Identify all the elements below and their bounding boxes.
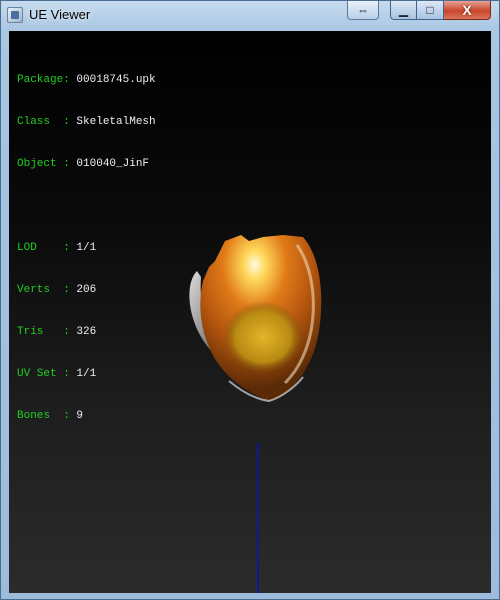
info-value: 206 xyxy=(76,284,97,296)
app-window: UE Viewer ⇔ ▁ □ X Package: 00018745.upk … xyxy=(0,0,500,600)
info-label: Tris : xyxy=(17,326,70,338)
close-button[interactable]: X xyxy=(444,1,491,20)
info-value: SkeletalMesh xyxy=(76,116,156,128)
maximize-button[interactable]: □ xyxy=(417,1,444,20)
axis-line xyxy=(257,443,259,593)
info-value: 010040_JinF xyxy=(76,158,150,170)
minimize-icon: ▁ xyxy=(398,3,409,17)
info-label: Package: xyxy=(17,74,70,86)
info-label: Class : xyxy=(17,116,70,128)
app-icon xyxy=(7,7,23,23)
info-row-bones: Bones : 9 xyxy=(17,409,156,423)
info-row-object: Object : 010040_JinF xyxy=(17,157,156,171)
mesh-inner-panel xyxy=(223,301,303,373)
info-row-tris: Tris : 326 xyxy=(17,325,156,339)
swap-button[interactable]: ⇔ xyxy=(347,1,379,20)
info-row-uvset: UV Set : 1/1 xyxy=(17,367,156,381)
close-icon: X xyxy=(462,2,472,18)
info-row-package: Package: 00018745.upk xyxy=(17,73,156,87)
title-bar[interactable]: UE Viewer ⇔ ▁ □ X xyxy=(1,1,499,29)
info-label: Verts : xyxy=(17,284,70,296)
info-label: Bones : xyxy=(17,410,70,422)
info-value: 326 xyxy=(76,326,97,338)
render-viewport[interactable]: Package: 00018745.upk Class : SkeletalMe… xyxy=(9,31,491,593)
info-row-class: Class : SkeletalMesh xyxy=(17,115,156,129)
info-label: UV Set : xyxy=(17,368,70,380)
info-value: 1/1 xyxy=(76,242,97,254)
info-row-lod: LOD : 1/1 xyxy=(17,241,156,255)
info-label: LOD : xyxy=(17,242,70,254)
info-value: 00018745.upk xyxy=(76,74,156,86)
minimize-button[interactable]: ▁ xyxy=(390,1,417,20)
maximize-icon: □ xyxy=(426,3,434,17)
mesh-info-overlay: Package: 00018745.upk Class : SkeletalMe… xyxy=(17,45,156,451)
info-row-verts: Verts : 206 xyxy=(17,283,156,297)
info-label: Object : xyxy=(17,158,70,170)
skeletal-mesh-model[interactable] xyxy=(179,231,339,411)
info-value: 1/1 xyxy=(76,368,97,380)
swap-icon: ⇔ xyxy=(357,3,369,17)
window-title: UE Viewer xyxy=(29,7,91,22)
info-value: 9 xyxy=(76,410,84,422)
